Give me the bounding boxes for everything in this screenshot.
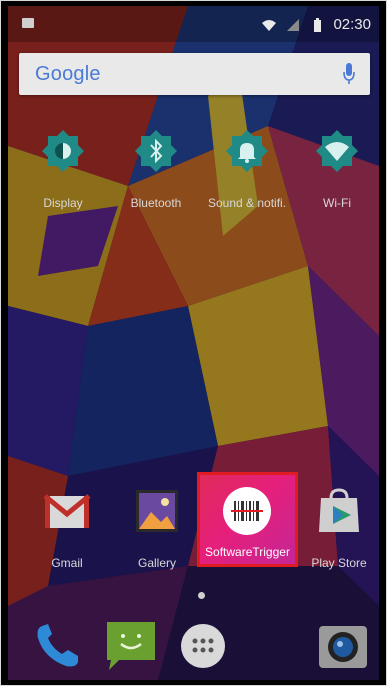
quick-settings-widgets: Display Bluetooth Sound & notifi. Wi-Fi <box>8 128 379 218</box>
barcode-icon[interactable] <box>221 485 273 537</box>
wifi-icon <box>316 130 358 172</box>
wallpaper-dim-overlay <box>8 6 379 680</box>
wifi-icon <box>262 19 277 31</box>
widget-label: Bluetooth <box>130 196 182 210</box>
camera-icon[interactable] <box>313 616 373 676</box>
messaging-icon[interactable] <box>101 616 161 676</box>
dock <box>8 612 379 680</box>
app-drawer-icon[interactable] <box>173 616 233 676</box>
google-logo: Google <box>35 63 101 85</box>
gmail-icon <box>43 494 91 528</box>
google-search-bar[interactable]: Google <box>19 53 370 95</box>
mic-icon[interactable] <box>342 62 356 86</box>
wallpaper <box>8 6 379 680</box>
widget-display[interactable]: Display <box>18 128 108 210</box>
app-gmail[interactable]: Gmail <box>22 477 112 570</box>
phone-icon[interactable] <box>28 616 88 676</box>
app-label: Gallery <box>137 556 176 570</box>
play-store-icon <box>319 488 359 532</box>
app-softwaretrigger-label: SoftwareTrigger <box>205 545 290 559</box>
app-play-store[interactable]: Play Store <box>294 477 384 570</box>
home-apps-row: Gmail Gallery Play Store <box>8 477 379 577</box>
widget-bluetooth[interactable]: Bluetooth <box>111 128 201 210</box>
status-bar[interactable]: 02:30 <box>8 6 379 42</box>
widget-label: Sound & notifi. <box>207 196 287 210</box>
phone-screen: 02:30 Google Display Bluetooth Sound & n… <box>0 0 387 686</box>
gallery-icon <box>136 490 178 532</box>
battery-icon <box>314 17 322 32</box>
widget-sound[interactable]: Sound & notifi. <box>202 128 292 210</box>
app-label: Play Store <box>311 556 367 570</box>
display-icon <box>42 130 84 172</box>
app-label: Gmail <box>51 556 83 570</box>
widget-label: Display <box>43 196 83 210</box>
notification-icon <box>22 18 34 28</box>
widget-label: Wi-Fi <box>323 196 351 210</box>
bell-icon <box>226 130 268 172</box>
signal-icon <box>287 18 300 31</box>
widget-wifi[interactable]: Wi-Fi <box>292 128 382 210</box>
page-indicator <box>198 592 205 599</box>
bluetooth-icon <box>135 130 177 172</box>
status-clock: 02:30 <box>333 16 371 33</box>
app-gallery[interactable]: Gallery <box>112 477 202 570</box>
